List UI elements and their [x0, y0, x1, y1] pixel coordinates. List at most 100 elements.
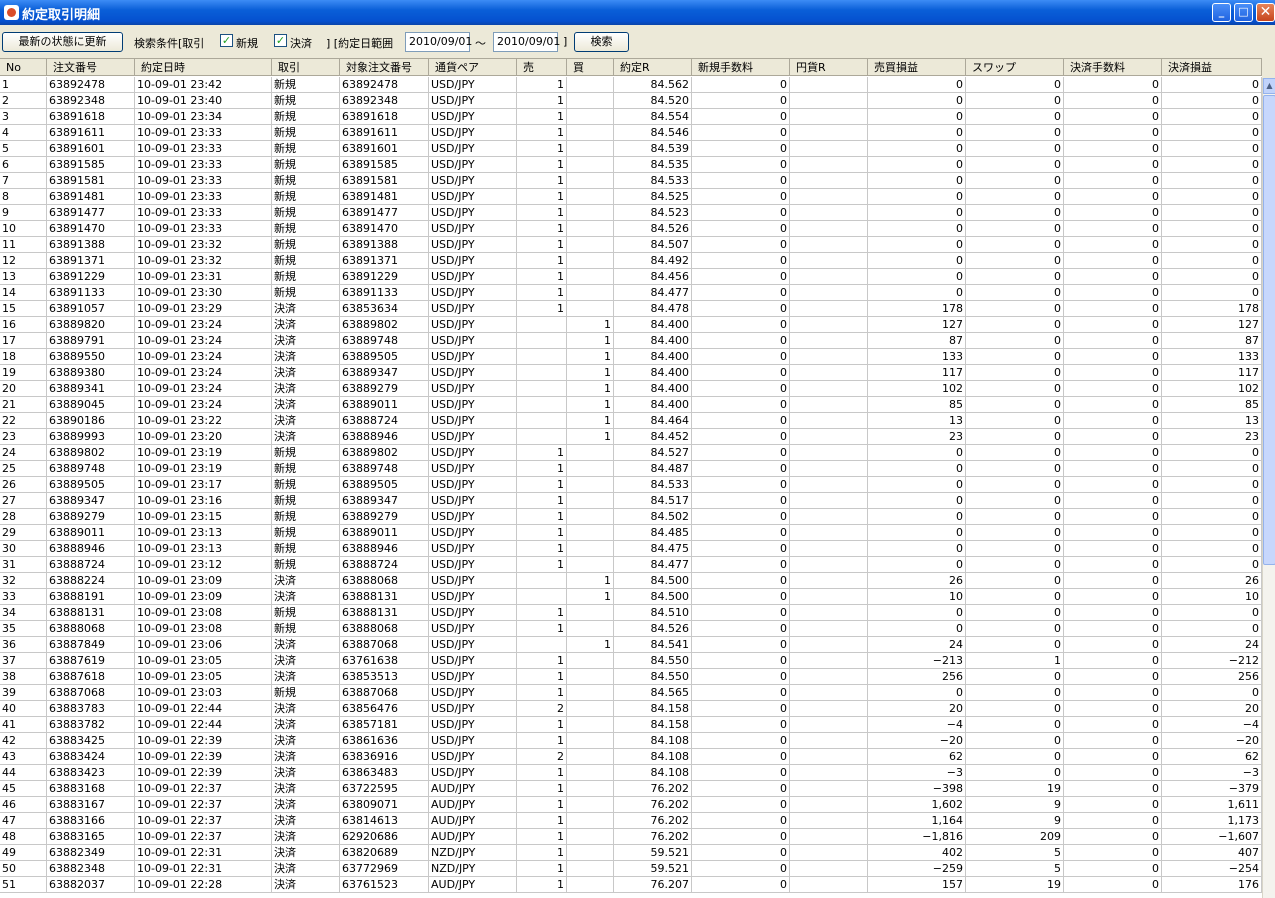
table-row[interactable]: 36 63887849 10-09-01 23:06 決済 63887068 USD/JP… [0, 637, 1262, 653]
cell-order-number: 63891611 [47, 125, 135, 141]
close-button[interactable]: ✕ [1256, 3, 1275, 22]
column-header-trade-datetime[interactable]: 約定日時 [135, 59, 272, 76]
cell-no: 44 [0, 765, 47, 781]
table-row[interactable]: 33 63888191 10-09-01 23:09 決済 63888131 USD/JP… [0, 589, 1262, 605]
new-checkbox[interactable]: ✓ [220, 34, 233, 47]
table-row[interactable]: 23 63889993 10-09-01 23:20 決済 63888946 USD/JP… [0, 429, 1262, 445]
cell-settle-fee: 0 [1064, 77, 1162, 93]
cell-trade-type: 決済 [272, 877, 340, 893]
cell-target-order: 63891388 [340, 237, 429, 253]
table-row[interactable]: 6 63891585 10-09-01 23:33 新規 63891585 USD/JPY… [0, 157, 1262, 173]
table-row[interactable]: 3 63891618 10-09-01 23:34 新規 63891618 USD/JPY… [0, 109, 1262, 125]
cell-order-number: 63888946 [47, 541, 135, 557]
column-header-settle-pl[interactable]: 決済損益 [1162, 59, 1262, 76]
cell-buy [567, 765, 614, 781]
table-row[interactable]: 13 63891229 10-09-01 23:31 新規 63891229 USD/JP… [0, 269, 1262, 285]
column-header-trading-pl[interactable]: 売買損益 [868, 59, 966, 76]
column-header-target-order[interactable]: 対象注文番号 [340, 59, 429, 76]
scroll-up-icon[interactable]: ▲ [1263, 78, 1275, 94]
cell-trading-pl: −1,816 [868, 829, 966, 845]
cell-settle-pl: 0 [1162, 237, 1262, 253]
cell-sell: 1 [517, 781, 567, 797]
cell-trade-type: 決済 [272, 701, 340, 717]
table-row[interactable]: 34 63888131 10-09-01 23:08 新規 63888131 USD/JP… [0, 605, 1262, 621]
column-header-new-fee[interactable]: 新規手数料 [692, 59, 790, 76]
date-to-field[interactable]: 2010/09/01 [493, 32, 560, 52]
table-row[interactable]: 38 63887618 10-09-01 23:05 決済 63853513 USD/JP… [0, 669, 1262, 685]
table-row[interactable]: 37 63887619 10-09-01 23:05 決済 63761638 USD/JP… [0, 653, 1262, 669]
date-from-field[interactable]: 2010/09/01 [405, 32, 472, 52]
table-row[interactable]: 47 63883166 10-09-01 22:37 決済 63814613 AUD/JP… [0, 813, 1262, 829]
cell-new-fee: 0 [692, 733, 790, 749]
table-row[interactable]: 27 63889347 10-09-01 23:16 新規 63889347 USD/JP… [0, 493, 1262, 509]
table-row[interactable]: 15 63891057 10-09-01 23:29 決済 63853634 USD/JP… [0, 301, 1262, 317]
table-row[interactable]: 22 63890186 10-09-01 23:22 決済 63888724 USD/JP… [0, 413, 1262, 429]
table-row[interactable]: 8 63891481 10-09-01 23:33 新規 63891481 USD/JPY… [0, 189, 1262, 205]
column-header-swap[interactable]: スワップ [966, 59, 1064, 76]
table-row[interactable]: 2 63892348 10-09-01 23:40 新規 63892348 USD/JPY… [0, 93, 1262, 109]
column-header-order-number[interactable]: 注文番号 [47, 59, 135, 76]
table-row[interactable]: 50 63882348 10-09-01 22:31 決済 63772969 NZD/JP… [0, 861, 1262, 877]
column-header-currency-pair[interactable]: 通貨ペア [429, 59, 517, 76]
table-row[interactable]: 31 63888724 10-09-01 23:12 新規 63888724 USD/JP… [0, 557, 1262, 573]
table-row[interactable]: 20 63889341 10-09-01 23:24 決済 63889279 USD/JP… [0, 381, 1262, 397]
column-header-trade-type[interactable]: 取引 [272, 59, 340, 76]
cell-trading-pl: −259 [868, 861, 966, 877]
table-row[interactable]: 25 63889748 10-09-01 23:19 新規 63889748 USD/JP… [0, 461, 1262, 477]
table-row[interactable]: 51 63882037 10-09-01 22:28 決済 63761523 AUD/JP… [0, 877, 1262, 893]
table-row[interactable]: 29 63889011 10-09-01 23:13 新規 63889011 USD/JP… [0, 525, 1262, 541]
table-row[interactable]: 17 63889791 10-09-01 23:24 決済 63889748 USD/JP… [0, 333, 1262, 349]
cell-sell: 2 [517, 701, 567, 717]
cell-trade-datetime: 10-09-01 23:06 [135, 637, 272, 653]
table-row[interactable]: 19 63889380 10-09-01 23:24 決済 63889347 USD/JP… [0, 365, 1262, 381]
table-row[interactable]: 16 63889820 10-09-01 23:24 決済 63889802 USD/JP… [0, 317, 1262, 333]
table-row[interactable]: 40 63883783 10-09-01 22:44 決済 63856476 USD/JP… [0, 701, 1262, 717]
cell-no: 49 [0, 845, 47, 861]
table-row[interactable]: 32 63888224 10-09-01 23:09 決済 63888068 USD/JP… [0, 573, 1262, 589]
column-header-rate[interactable]: 約定R [614, 59, 692, 76]
vertical-scrollbar[interactable]: ▲ [1262, 78, 1275, 898]
table-row[interactable]: 1 63892478 10-09-01 23:42 新規 63892478 USD/JPY… [0, 77, 1262, 93]
table-row[interactable]: 18 63889550 10-09-01 23:24 決済 63889505 USD/JP… [0, 349, 1262, 365]
settle-checkbox-label[interactable]: 決済 [290, 35, 312, 51]
table-row[interactable]: 11 63891388 10-09-01 23:32 新規 63891388 USD/JP… [0, 237, 1262, 253]
cell-currency-pair: USD/JPY [429, 541, 517, 557]
column-header-yen-rate[interactable]: 円貨R [790, 59, 868, 76]
table-row[interactable]: 24 63889802 10-09-01 23:19 新規 63889802 USD/JP… [0, 445, 1262, 461]
table-row[interactable]: 49 63882349 10-09-01 22:31 決済 63820689 NZD/JP… [0, 845, 1262, 861]
maximize-button[interactable]: □ [1234, 3, 1253, 22]
table-row[interactable]: 28 63889279 10-09-01 23:15 新規 63889279 USD/JP… [0, 509, 1262, 525]
column-header-sell[interactable]: 売 [517, 59, 567, 76]
table-row[interactable]: 4 63891611 10-09-01 23:33 新規 63891611 USD/JPY… [0, 125, 1262, 141]
column-header-buy[interactable]: 買 [567, 59, 614, 76]
table-row[interactable]: 14 63891133 10-09-01 23:30 新規 63891133 USD/JP… [0, 285, 1262, 301]
table-row[interactable]: 43 63883424 10-09-01 22:39 決済 63836916 USD/JP… [0, 749, 1262, 765]
title-bar[interactable]: 約定取引明細 _ □ ✕ [0, 0, 1275, 25]
scroll-thumb[interactable] [1263, 95, 1275, 565]
new-checkbox-label[interactable]: 新規 [236, 35, 258, 51]
settle-checkbox[interactable]: ✓ [274, 34, 287, 47]
table-row[interactable]: 45 63883168 10-09-01 22:37 決済 63722595 AUD/JP… [0, 781, 1262, 797]
table-row[interactable]: 9 63891477 10-09-01 23:33 新規 63891477 USD/JPY… [0, 205, 1262, 221]
refresh-button[interactable]: 最新の状態に更新 [2, 32, 123, 52]
table-row[interactable]: 7 63891581 10-09-01 23:33 新規 63891581 USD/JPY… [0, 173, 1262, 189]
table-row[interactable]: 21 63889045 10-09-01 23:24 決済 63889011 USD/JP… [0, 397, 1262, 413]
cell-yen-rate [790, 477, 868, 493]
table-row[interactable]: 30 63888946 10-09-01 23:13 新規 63888946 USD/JP… [0, 541, 1262, 557]
table-row[interactable]: 12 63891371 10-09-01 23:32 新規 63891371 USD/JP… [0, 253, 1262, 269]
table-row[interactable]: 35 63888068 10-09-01 23:08 新規 63888068 USD/JP… [0, 621, 1262, 637]
table-row[interactable]: 44 63883423 10-09-01 22:39 決済 63863483 USD/JP… [0, 765, 1262, 781]
table-row[interactable]: 42 63883425 10-09-01 22:39 決済 63861636 USD/JP… [0, 733, 1262, 749]
table-row[interactable]: 10 63891470 10-09-01 23:33 新規 63891470 USD/JP… [0, 221, 1262, 237]
table-row[interactable]: 46 63883167 10-09-01 22:37 決済 63809071 AUD/JP… [0, 797, 1262, 813]
minimize-button[interactable]: _ [1212, 3, 1231, 22]
search-button[interactable]: 検索 [574, 32, 629, 52]
table-row[interactable]: 5 63891601 10-09-01 23:33 新規 63891601 USD/JPY… [0, 141, 1262, 157]
column-header-settle-fee[interactable]: 決済手数料 [1064, 59, 1162, 76]
table-row[interactable]: 26 63889505 10-09-01 23:17 新規 63889505 USD/JP… [0, 477, 1262, 493]
table-row[interactable]: 41 63883782 10-09-01 22:44 決済 63857181 USD/JP… [0, 717, 1262, 733]
cell-new-fee: 0 [692, 829, 790, 845]
table-row[interactable]: 48 63883165 10-09-01 22:37 決済 62920686 AUD/JP… [0, 829, 1262, 845]
table-row[interactable]: 39 63887068 10-09-01 23:03 新規 63887068 USD/JP… [0, 685, 1262, 701]
column-header-no[interactable]: No [0, 59, 47, 76]
